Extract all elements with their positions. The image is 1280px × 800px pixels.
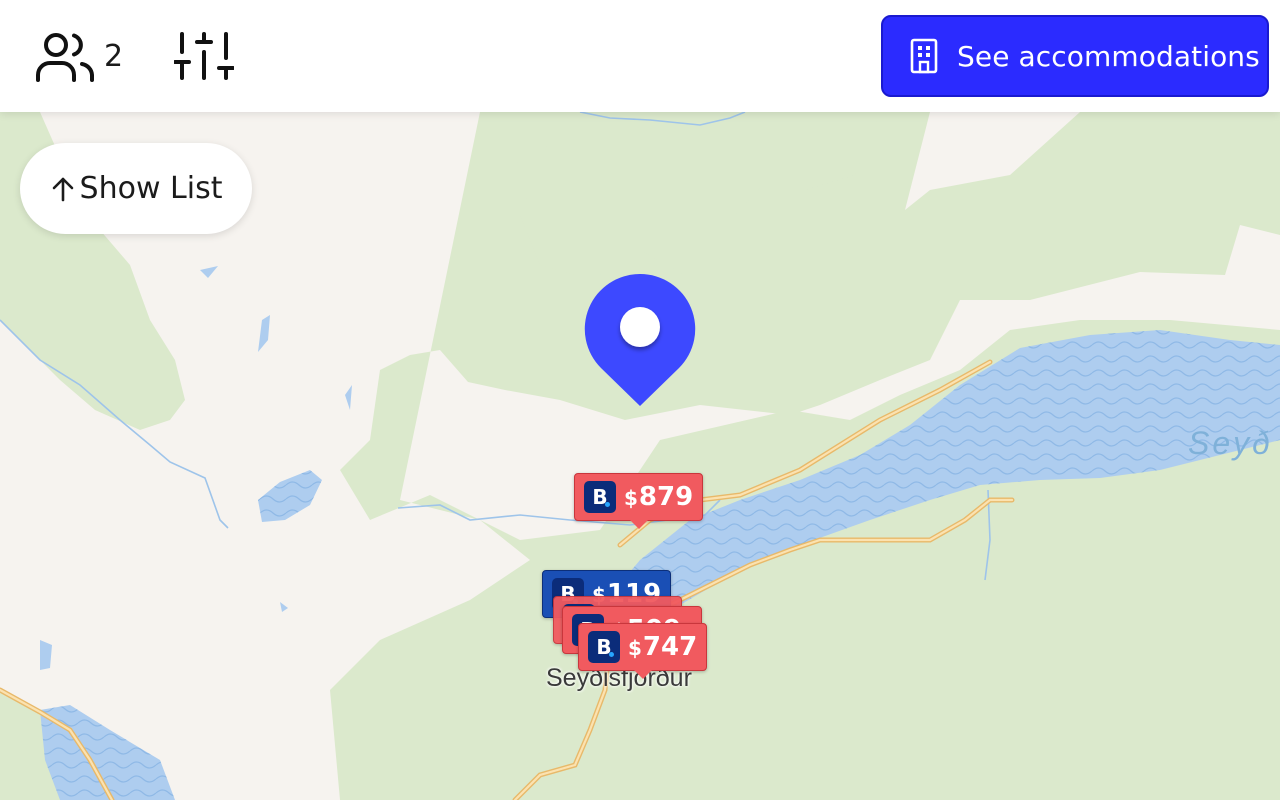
see-accommodations-label: See accommodations (957, 39, 1260, 73)
guests-count: 2 (104, 39, 124, 74)
price-label: $879 (624, 482, 694, 512)
see-accommodations-button[interactable]: See accommodations (881, 15, 1269, 97)
users-icon (36, 33, 94, 82)
arrow-up-icon (52, 177, 73, 201)
sliders-icon (174, 32, 234, 80)
booking-icon: B (588, 631, 620, 663)
top-bar: 2 See accommodations (0, 0, 1280, 112)
price-marker[interactable]: B $747 (578, 623, 708, 679)
guests-selector[interactable]: 2 (34, 30, 123, 84)
price-label: $747 (628, 632, 698, 662)
filters-button[interactable] (174, 30, 234, 82)
price-marker[interactable]: B $879 (574, 473, 704, 529)
building-icon (910, 38, 938, 74)
map-pin-icon[interactable] (584, 273, 696, 407)
booking-icon: B (584, 481, 616, 513)
show-list-button[interactable]: Show List (20, 143, 252, 234)
fjord-label: Seyð (1188, 425, 1273, 461)
show-list-label: Show List (79, 171, 223, 206)
